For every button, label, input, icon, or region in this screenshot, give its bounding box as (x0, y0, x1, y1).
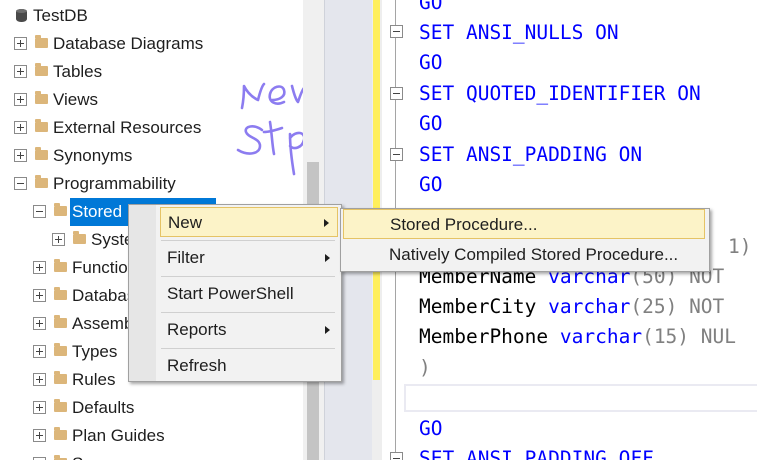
code-line: GO (419, 173, 443, 196)
tree-node-label: Database Diagrams (53, 34, 204, 53)
collapse-region-icon[interactable] (390, 452, 403, 460)
submenu-arrow-icon (325, 254, 330, 262)
menu-item-refresh[interactable]: Refresh (160, 351, 338, 381)
expand-icon[interactable] (14, 65, 27, 78)
code-line: GO (419, 51, 443, 74)
code-token: (25) (630, 295, 678, 318)
submenu-arrow-icon (325, 326, 330, 334)
expand-icon[interactable] (33, 429, 46, 442)
menu-separator (161, 240, 335, 241)
menu-icon-gutter (129, 205, 156, 381)
code-token: MemberPhone (419, 325, 549, 348)
collapse-icon[interactable] (14, 177, 27, 190)
expand-icon[interactable] (33, 317, 46, 330)
folder-icon (35, 63, 48, 76)
code-line: 1) (728, 235, 752, 258)
current-line-highlight (404, 384, 757, 412)
expand-icon[interactable] (14, 37, 27, 50)
code-line: MemberCity varchar(25) NOT (419, 292, 724, 322)
folder-icon (54, 287, 67, 300)
code-line: GO (419, 417, 443, 440)
code-token: MemberCity (419, 295, 537, 318)
folder-icon (35, 147, 48, 160)
folder-icon (35, 91, 48, 104)
folder-icon (54, 259, 67, 272)
tree-node-label: TestDB (33, 6, 88, 25)
menu-item-natively-compiled-stored-procedure[interactable]: Natively Compiled Stored Procedure... (343, 240, 705, 270)
expand-icon[interactable] (52, 233, 65, 246)
folder-icon (73, 231, 86, 244)
expand-icon[interactable] (33, 261, 46, 274)
code-token: varchar (548, 295, 631, 318)
menu-item-label: Reports (167, 320, 227, 339)
folder-icon (35, 119, 48, 132)
collapse-region-icon[interactable] (390, 87, 403, 100)
expand-icon[interactable] (33, 401, 46, 414)
tree-node-label: Plan Guides (72, 426, 165, 445)
folder-icon (35, 35, 48, 48)
menu-separator (161, 276, 335, 277)
menu-item-label: New (168, 213, 203, 232)
collapse-region-icon[interactable] (390, 148, 403, 161)
expand-icon[interactable] (33, 345, 46, 358)
tree-node-label: Defaults (72, 398, 135, 417)
menu-item-label: Refresh (167, 356, 227, 375)
new-submenu: Stored Procedure... Natively Compiled St… (340, 208, 710, 272)
code-line: SET ANSI_NULLS ON (419, 21, 619, 44)
database-icon (16, 9, 27, 22)
tree-node-label: Programmability (53, 174, 176, 193)
menu-separator (161, 312, 335, 313)
code-token: varchar (559, 325, 643, 348)
code-line: SET ANSI_PADDING OFF (419, 447, 654, 460)
code-token: (15) (642, 325, 690, 348)
code-line: GO (419, 0, 443, 14)
menu-item-reports[interactable]: Reports (160, 315, 338, 345)
collapse-icon[interactable] (33, 205, 46, 218)
folder-icon (54, 315, 67, 328)
expand-icon[interactable] (14, 93, 27, 106)
tree-node-label: External Resources (53, 118, 202, 137)
menu-item-stored-procedure[interactable]: Stored Procedure... (343, 209, 705, 239)
code-line: SET ANSI_PADDING ON (419, 143, 643, 166)
folder-icon (54, 371, 67, 384)
folder-icon (54, 343, 67, 356)
menu-item-label: Natively Compiled Stored Procedure... (389, 245, 679, 264)
code-token: NUL (700, 325, 737, 348)
expand-icon[interactable] (33, 289, 46, 302)
tree-node-label: Rules (72, 370, 116, 389)
menu-item-start-powershell[interactable]: Start PowerShell (160, 279, 338, 309)
code-line: SET QUOTED_IDENTIFIER ON (419, 82, 701, 105)
folder-icon (54, 203, 67, 216)
submenu-arrow-icon (324, 219, 329, 227)
context-menu: New Filter Start PowerShell Reports Refr… (128, 204, 342, 382)
tree-node-label: Tables (53, 62, 103, 81)
tree-node-label: Sequences (70, 450, 159, 460)
menu-separator (161, 348, 335, 349)
folder-icon (35, 175, 48, 188)
expand-icon[interactable] (14, 121, 27, 134)
menu-item-label: Stored Procedure... (390, 215, 538, 234)
tree-node-label: Views (53, 90, 99, 109)
menu-item-label: Start PowerShell (167, 284, 294, 303)
tree-node-label: Synonyms (53, 146, 133, 165)
expand-icon[interactable] (33, 373, 46, 386)
code-line: MemberPhone varchar(15) NUL (419, 322, 736, 352)
collapse-region-icon[interactable] (390, 25, 403, 38)
code-token: NOT (689, 295, 725, 318)
code-line: GO (419, 112, 443, 135)
folder-icon (54, 399, 67, 412)
change-tracking-bar (373, 0, 380, 380)
menu-item-filter[interactable]: Filter (160, 243, 338, 273)
menu-item-label: Filter (167, 248, 205, 267)
expand-icon[interactable] (14, 149, 27, 162)
code-line: ) (419, 356, 431, 379)
folder-icon (54, 427, 67, 440)
menu-item-new[interactable]: New (160, 207, 338, 237)
tree-node-label: Types (72, 342, 118, 361)
